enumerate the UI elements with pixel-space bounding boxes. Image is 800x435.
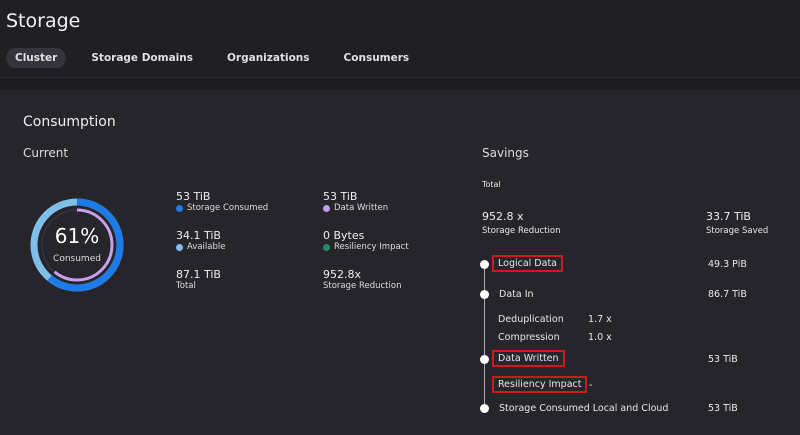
stat-available: 34.1 TiB Available <box>176 229 225 252</box>
stat-value: 0 Bytes <box>323 229 365 242</box>
legend-dot-icon <box>176 204 183 212</box>
stat-label: Data Written <box>334 203 389 213</box>
tab-storage-domains[interactable]: Storage Domains <box>82 48 202 68</box>
flow-dedup-value: 1.7 x <box>588 314 612 325</box>
flow-node-icon <box>480 355 489 364</box>
stat-label: Resiliency Impact <box>334 242 409 252</box>
stat-value: 34.1 TiB <box>176 229 221 242</box>
stat-value: 53 TiB <box>323 190 358 203</box>
flow-data-in-value: 86.7 TiB <box>708 289 747 300</box>
flow-data-written-label: Data Written <box>492 350 565 367</box>
page-title: Storage <box>6 10 81 32</box>
savings-title: Savings <box>482 146 529 160</box>
tab-cluster[interactable]: Cluster <box>6 48 67 68</box>
stat-storage-consumed: 53 TiB Storage Consumed <box>176 190 268 213</box>
flow-line <box>484 264 485 410</box>
page-header: Storage Cluster Storage Domains Organiza… <box>0 0 800 78</box>
flow-resiliency-value: - <box>589 380 593 391</box>
consumed-label: Consumed <box>53 254 101 264</box>
consumption-title: Consumption <box>23 114 116 130</box>
savings-saved-value: 33.7 TiB <box>706 210 751 223</box>
flow-node-icon <box>480 260 489 269</box>
flow-data-written-value: 53 TiB <box>708 354 738 365</box>
savings-reduction-value: 952.8 x <box>482 210 524 223</box>
savings-total-label: Total <box>482 180 501 189</box>
flow-data-in-label: Data In <box>499 289 534 300</box>
savings-reduction-label: Storage Reduction <box>482 226 561 236</box>
flow-node-icon <box>480 290 489 299</box>
current-title: Current <box>23 146 69 160</box>
stat-total: 87.1 TiB Total <box>176 268 221 291</box>
flow-logical-data-value: 49.3 PiB <box>708 259 747 270</box>
stat-label: Storage Reduction <box>323 281 402 291</box>
legend-dot-icon <box>176 243 183 251</box>
flow-resiliency-label: Resiliency Impact <box>492 376 588 393</box>
stat-resiliency-impact: 0 Bytes Resiliency Impact <box>323 229 409 252</box>
tab-bar: Cluster Storage Domains Organizations Co… <box>6 48 428 68</box>
flow-logical-data-label: Logical Data <box>492 255 563 272</box>
stat-label: Available <box>187 242 226 252</box>
flow-compression-value: 1.0 x <box>588 332 612 343</box>
legend-dot-icon <box>323 204 330 212</box>
savings-saved-label: Storage Saved <box>706 226 769 236</box>
stat-data-written: 53 TiB Data Written <box>323 190 388 213</box>
stat-label: Total <box>176 281 196 291</box>
stat-value: 87.1 TiB <box>176 268 221 281</box>
flow-consumed-value: 53 TiB <box>708 403 738 414</box>
flow-dedup-label: Deduplication <box>498 314 564 325</box>
stat-value: 952.8x <box>323 268 362 281</box>
stat-label: Storage Consumed <box>187 203 269 213</box>
tab-consumers[interactable]: Consumers <box>335 48 419 68</box>
legend-dot-icon <box>323 243 330 251</box>
flow-consumed-label: Storage Consumed Local and Cloud <box>499 403 669 414</box>
tab-organizations[interactable]: Organizations <box>218 48 319 68</box>
flow-node-icon <box>480 404 489 413</box>
consumed-percent: 61% <box>54 224 100 248</box>
stat-value: 53 TiB <box>176 190 211 203</box>
flow-compression-label: Compression <box>498 332 560 343</box>
stat-storage-reduction: 952.8x Storage Reduction <box>323 268 401 291</box>
